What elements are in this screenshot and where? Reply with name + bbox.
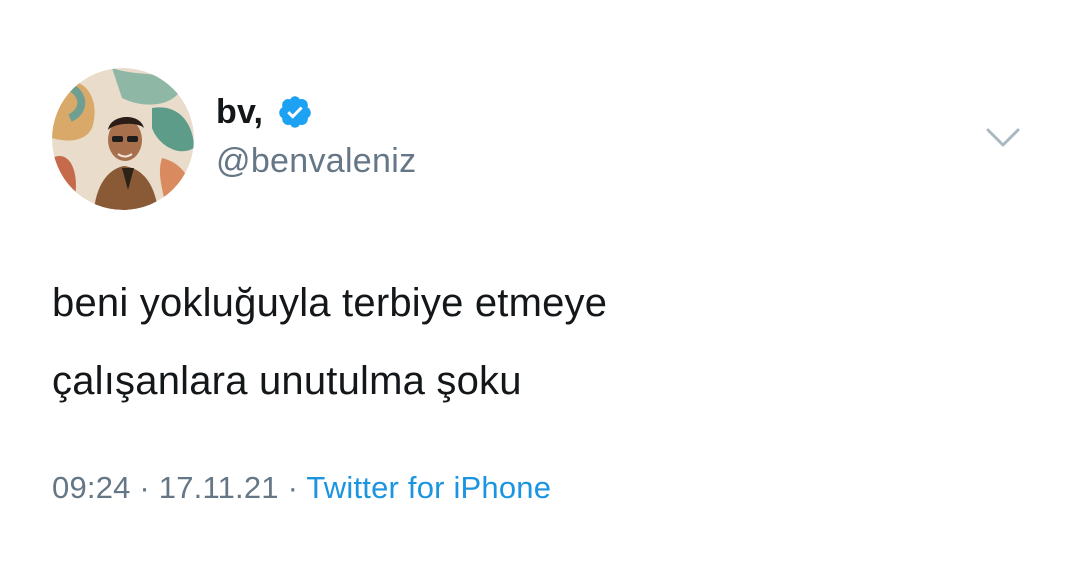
avatar[interactable] — [52, 68, 194, 210]
tweet-text: beni yokluğuyla terbiye etmeye çalışanla… — [52, 264, 1012, 420]
verified-badge-icon — [279, 96, 311, 128]
tweet-source-link[interactable]: Twitter for iPhone — [306, 470, 551, 505]
author-name-row[interactable]: bv, — [216, 90, 313, 134]
tweet-text-line: çalışanlara unutulma şoku — [52, 359, 522, 403]
user-handle[interactable]: @benvaleniz — [216, 142, 416, 181]
display-name[interactable]: bv, — [216, 93, 263, 132]
avatar-image — [52, 68, 194, 210]
tweet-date[interactable]: 17.11.21 — [159, 470, 279, 505]
meta-separator: · — [139, 470, 150, 505]
tweet-card: bv, @benvaleniz beni yokluğuyla terbiye … — [0, 0, 1070, 569]
chevron-down-icon[interactable] — [985, 127, 1021, 149]
meta-separator: · — [287, 470, 299, 505]
tweet-time[interactable]: 09:24 — [52, 470, 131, 505]
tweet-text-line: beni yokluğuyla terbiye etmeye — [52, 281, 608, 325]
tweet-meta: 09:24 · 17.11.21 · Twitter for iPhone — [52, 470, 551, 506]
